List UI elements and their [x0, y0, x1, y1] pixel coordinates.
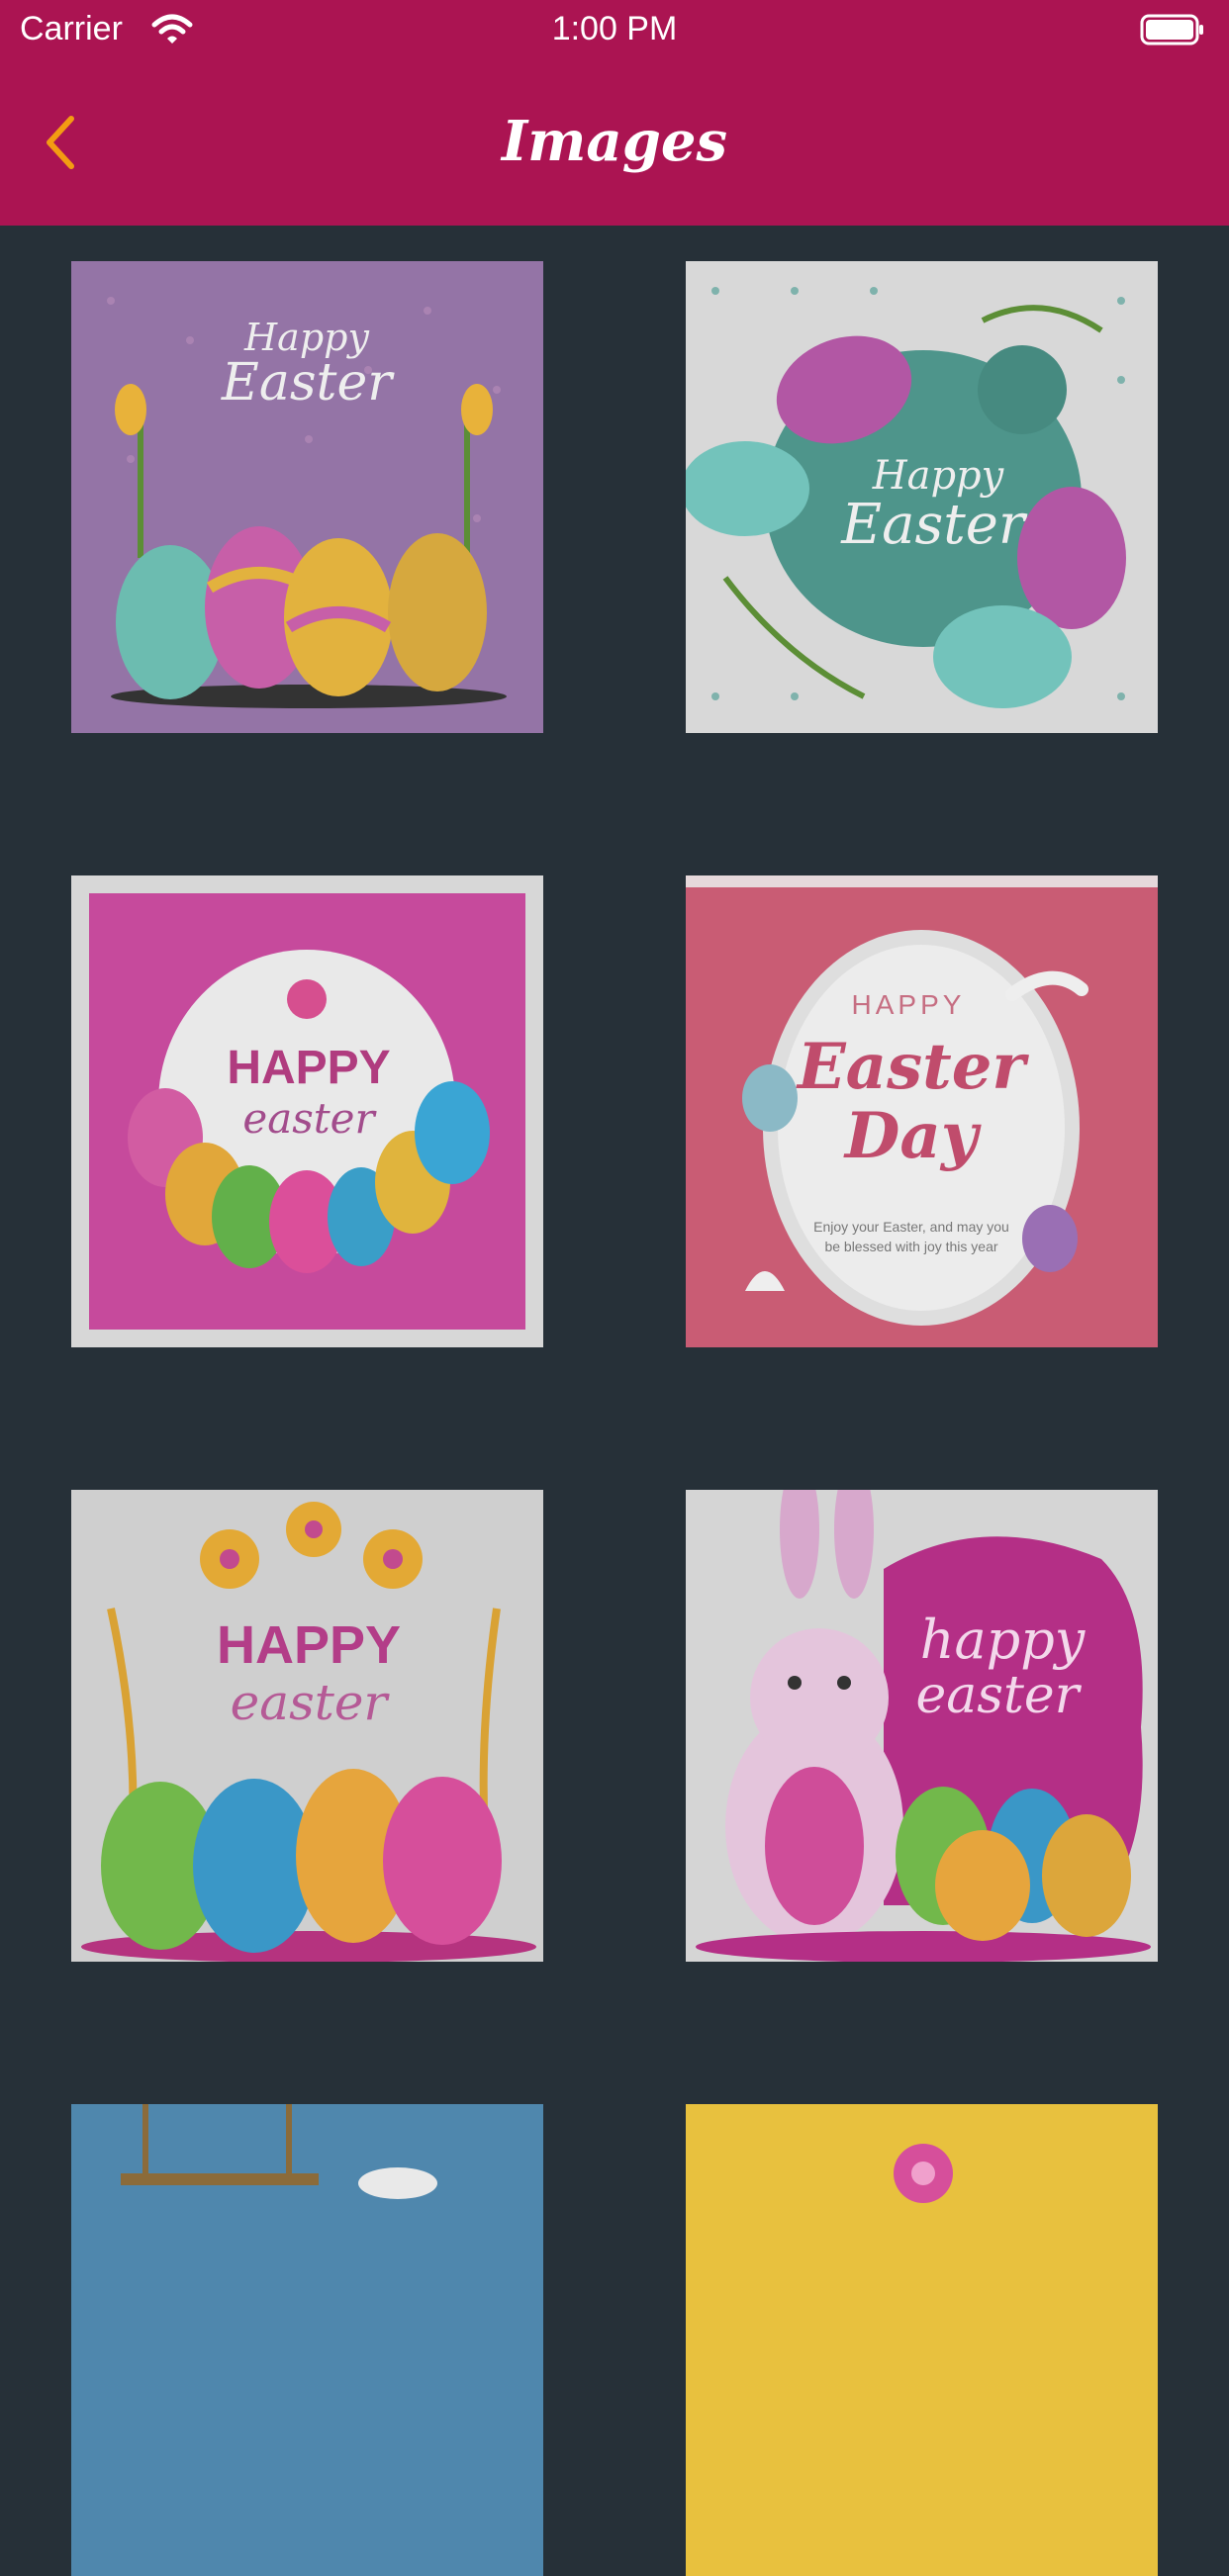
card-text-line: Easter [796, 1030, 1030, 1104]
image-tile[interactable]: HAPPY easter [71, 1490, 543, 1962]
easter-card-image: HAPPY Easter Day Enjoy your Easter, and … [686, 875, 1158, 1347]
image-tile[interactable]: happy easter [686, 1490, 1158, 1962]
easter-card-image: happy easter [686, 1490, 1158, 1962]
clock: 1:00 PM [551, 10, 678, 47]
image-grid: Happy Easter Happy Easter HAPPY easter H… [0, 226, 1229, 2576]
image-tile[interactable]: Happy Easter [686, 261, 1158, 733]
easter-card-image: Happy Easter [71, 261, 543, 733]
card-text-line: easter [916, 1666, 1083, 1725]
card-text-line: Easter [840, 493, 1028, 557]
easter-card-image: HAPPY easter [71, 1490, 543, 1962]
card-text-line: be blessed with joy this year [824, 1239, 997, 1254]
navigation-bar: Images [0, 59, 1229, 226]
battery-icon [1140, 14, 1203, 46]
card-text-line: HAPPY [217, 1615, 401, 1675]
card-text-line: Easter [221, 353, 395, 413]
easter-card-image: HAPPY easter [71, 875, 543, 1347]
easter-card-image: Happy Easter [686, 261, 1158, 733]
card-text-line: easter [231, 1674, 391, 1731]
page-title: Images [501, 109, 728, 174]
image-tile[interactable]: HAPPY Easter Day Enjoy your Easter, and … [686, 875, 1158, 1347]
card-text-line: Enjoy your Easter, and may you [813, 1219, 1009, 1235]
card-text-line: HAPPY [852, 989, 966, 1020]
card-text-line: easter [242, 1094, 377, 1143]
easter-card-image [686, 2104, 1158, 2576]
card-text-line: happy [920, 1609, 1087, 1671]
status-bar: Carrier 1:00 PM [0, 0, 1229, 59]
image-tile[interactable]: Happy Easter [71, 261, 543, 733]
image-tile[interactable] [686, 2104, 1158, 2576]
card-text-line: HAPPY [227, 1042, 390, 1094]
card-text-line: Day [843, 1099, 982, 1173]
image-tile[interactable]: HAPPY easter [71, 875, 543, 1347]
easter-card-image [71, 2104, 543, 2576]
image-tile[interactable] [71, 2104, 543, 2576]
